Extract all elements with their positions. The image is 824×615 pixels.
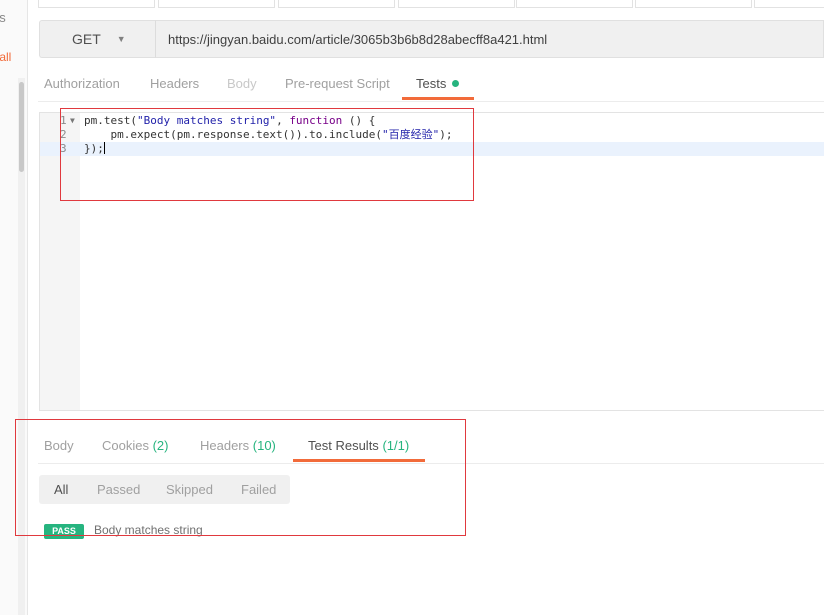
tab-tests[interactable]: Tests <box>416 76 460 91</box>
tests-code-editor[interactable]: 1 ▼ pm.test("Body matches string", funct… <box>39 112 824 411</box>
editor-gutter <box>40 113 80 410</box>
filter-failed[interactable]: Failed <box>241 482 276 497</box>
filter-all[interactable]: All <box>54 482 68 497</box>
filter-skipped[interactable]: Skipped <box>166 482 213 497</box>
tab-response-body[interactable]: Body <box>44 438 74 453</box>
url-input[interactable]: https://jingyan.baidu.com/article/3065b3… <box>155 20 824 58</box>
text-cursor <box>103 142 105 154</box>
code-text: pm.test("Body matches string", function … <box>84 114 376 127</box>
request-config-tabs: Authorization Headers Body Pre-request S… <box>38 68 824 102</box>
code-text-content: }); <box>84 142 104 155</box>
tab-pre-request-script[interactable]: Pre-request Script <box>285 76 390 91</box>
line-number: 2 <box>60 128 67 141</box>
method-select[interactable]: GET ▼ <box>39 20 155 58</box>
sidebar-partial-text: ns <box>0 10 6 25</box>
tab-body[interactable]: Body <box>227 76 257 91</box>
tab-test-results[interactable]: Test Results (1/1) <box>308 438 409 453</box>
test-result-name: Body matches string <box>94 523 203 537</box>
active-tab-indicator <box>402 97 474 100</box>
request-tab[interactable] <box>516 0 633 8</box>
tab-tests-label: Tests <box>416 76 447 91</box>
sidebar-view-all-link[interactable]: r all <box>0 50 11 64</box>
request-tab[interactable] <box>754 0 824 8</box>
tab-test-results-label: Test Results <box>308 438 379 453</box>
code-line-current: 3 }); <box>40 142 824 156</box>
test-results-count: (1/1) <box>382 438 410 453</box>
collections-sidebar: ns r all <box>0 0 28 615</box>
request-tab-strip <box>38 0 824 8</box>
fold-arrow-icon[interactable]: ▼ <box>70 114 75 128</box>
active-tab-indicator <box>293 459 425 462</box>
cookies-count: (2) <box>152 438 169 453</box>
tab-response-headers[interactable]: Headers (10) <box>200 438 276 453</box>
code-text: }); <box>84 142 105 156</box>
code-line: 2 pm.expect(pm.response.text()).to.inclu… <box>40 128 824 142</box>
tab-cookies[interactable]: Cookies (2) <box>102 438 168 453</box>
pass-badge: PASS <box>44 524 84 539</box>
code-text: pm.expect(pm.response.text()).to.include… <box>84 128 453 141</box>
tab-headers-label: Headers <box>200 438 250 453</box>
request-tab[interactable] <box>38 0 155 8</box>
response-tabs: Body Cookies (2) Headers (10) Test Resul… <box>38 428 824 464</box>
status-dot-icon <box>452 80 460 87</box>
request-tab[interactable] <box>398 0 515 8</box>
method-label: GET <box>72 31 101 47</box>
line-number: 3 <box>60 142 67 155</box>
request-tab[interactable] <box>158 0 275 8</box>
code-line: 1 ▼ pm.test("Body matches string", funct… <box>40 114 824 128</box>
test-result-filters: All Passed Skipped Failed <box>39 475 290 504</box>
request-tab[interactable] <box>278 0 395 8</box>
sidebar-scroll-thumb[interactable] <box>19 82 24 172</box>
tab-cookies-label: Cookies <box>102 438 149 453</box>
filter-passed[interactable]: Passed <box>97 482 140 497</box>
tab-headers[interactable]: Headers <box>150 76 199 91</box>
chevron-down-icon: ▼ <box>116 34 126 44</box>
tab-authorization[interactable]: Authorization <box>44 76 120 91</box>
headers-count: (10) <box>252 438 276 453</box>
request-tab[interactable] <box>635 0 752 8</box>
